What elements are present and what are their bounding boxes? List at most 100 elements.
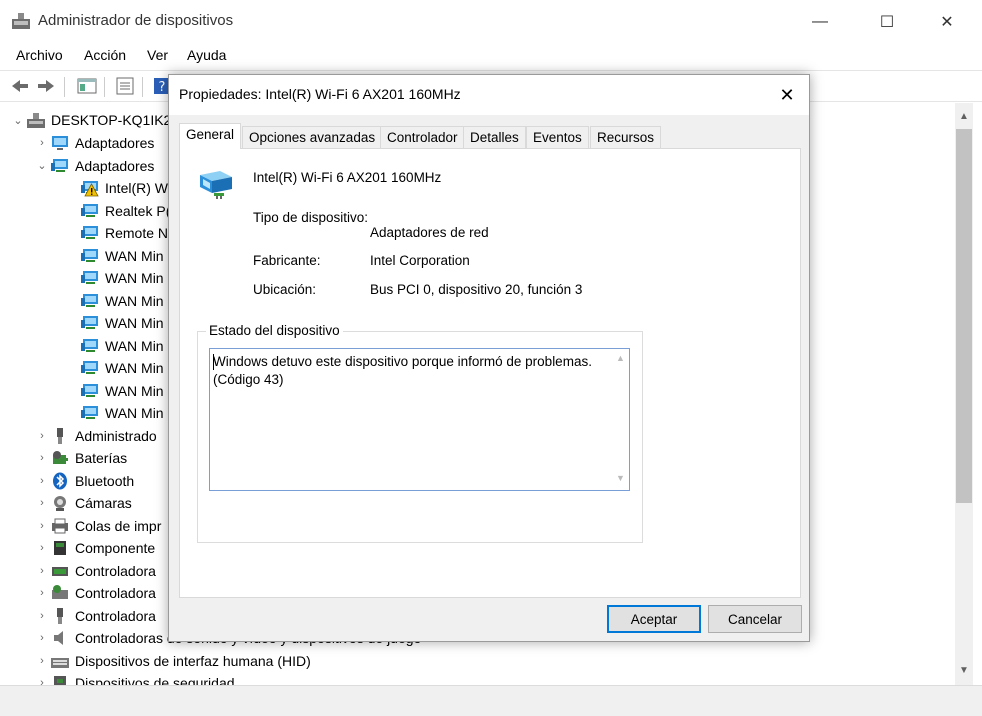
cancel-button[interactable]: Cancelar	[708, 605, 802, 633]
tree-item-label: Componente	[75, 540, 156, 556]
tree-item-label: WAN Min	[105, 405, 164, 421]
menu-accion[interactable]: Acción	[84, 47, 126, 63]
tab-recursos[interactable]: Recursos	[590, 126, 662, 148]
status-scrollbar[interactable]: ▲ ▼	[612, 349, 629, 490]
forward-icon[interactable]	[34, 75, 58, 97]
tree-item[interactable]: WAN Min	[58, 312, 164, 334]
chevron-right-icon[interactable]: ›	[34, 542, 50, 554]
toolbar-separator	[104, 77, 105, 97]
tree-item-label: Remote N	[105, 225, 169, 241]
tree-item[interactable]: › Controladora	[34, 560, 156, 582]
network-adapter-icon	[200, 171, 232, 199]
tree-item-label: WAN Min	[105, 315, 164, 331]
menu-ver[interactable]: Ver	[147, 47, 168, 63]
tab-eventos[interactable]: Eventos	[526, 126, 589, 148]
tree-item[interactable]: WAN Min	[58, 380, 164, 402]
tab-detalles[interactable]: Detalles	[463, 126, 526, 148]
tab-controlador[interactable]: Controlador	[380, 126, 465, 148]
device-status-textbox[interactable]: Windows detuvo este dispositivo porque i…	[209, 348, 630, 491]
usb-controller-icon	[50, 607, 70, 625]
warning-icon	[84, 183, 99, 200]
network-adapter-icon	[50, 157, 70, 175]
tree-item-label: Dispositivos de seguridad	[75, 675, 235, 685]
tree-item-label: WAN Min	[105, 270, 164, 286]
network-adapter-icon	[80, 247, 100, 265]
tree-item[interactable]: › Controladora	[34, 605, 156, 627]
scroll-thumb[interactable]	[956, 129, 972, 503]
tree-item[interactable]: WAN Min	[58, 357, 164, 379]
tree-item-label: Cámaras	[75, 495, 132, 511]
tree-item[interactable]: › Dispositivos de interfaz humana (HID)	[34, 650, 311, 672]
device-manager-icon	[12, 13, 30, 29]
usb-icon	[50, 427, 70, 445]
back-icon[interactable]	[8, 75, 32, 97]
scroll-down-icon[interactable]: ▼	[955, 665, 973, 683]
properties-icon[interactable]	[113, 75, 137, 97]
tree-scrollbar[interactable]: ▲ ▼	[955, 103, 973, 685]
network-adapter-icon	[80, 404, 100, 422]
controller-icon	[50, 562, 70, 580]
scroll-down-icon[interactable]: ▼	[612, 473, 629, 483]
chevron-right-icon[interactable]: ›	[34, 610, 50, 622]
tree-item[interactable]: › Controladora	[34, 582, 156, 604]
chevron-right-icon[interactable]: ›	[34, 655, 50, 667]
menu-ayuda[interactable]: Ayuda	[187, 47, 226, 63]
maximize-button[interactable]: ☐	[864, 0, 910, 44]
device-status-text: Windows detuvo este dispositivo porque i…	[213, 354, 592, 387]
close-window-button[interactable]: ✕	[924, 0, 970, 44]
chevron-right-icon[interactable]: ›	[34, 587, 50, 599]
ok-button[interactable]: Aceptar	[607, 605, 701, 633]
tab-opciones-avanzadas[interactable]: Opciones avanzadas	[242, 126, 383, 148]
chevron-right-icon[interactable]: ›	[34, 475, 50, 487]
tree-item[interactable]: › Administrado	[34, 425, 157, 447]
tree-item[interactable]: › Dispositivos de seguridad	[34, 672, 235, 685]
tree-item[interactable]: WAN Min	[58, 290, 164, 312]
chevron-down-icon[interactable]: ⌄	[10, 114, 26, 127]
tree-item[interactable]: Realtek P(	[58, 200, 170, 222]
tree-item[interactable]: › Colas de impr	[34, 515, 161, 537]
scroll-up-icon[interactable]: ▲	[612, 353, 629, 363]
dialog-titlebar: Propiedades: Intel(R) Wi-Fi 6 AX201 160M…	[169, 75, 809, 115]
location-label: Ubicación:	[253, 282, 317, 297]
menu-archivo[interactable]: Archivo	[16, 47, 63, 63]
scroll-up-icon[interactable]: ▲	[955, 111, 973, 129]
tree-item[interactable]: › Cámaras	[34, 492, 132, 514]
chevron-right-icon[interactable]: ›	[34, 677, 50, 685]
show-hide-tree-icon[interactable]	[75, 75, 99, 97]
tree-item-label: Adaptadores	[75, 135, 155, 151]
tab-general[interactable]: General	[179, 123, 242, 149]
dialog-close-button[interactable]: ✕	[765, 75, 809, 115]
chevron-right-icon[interactable]: ›	[34, 452, 50, 464]
tree-item[interactable]: › Baterías	[34, 447, 127, 469]
chevron-right-icon[interactable]: ›	[34, 632, 50, 644]
tree-item[interactable]: WAN Min	[58, 335, 164, 357]
tree-item-label: WAN Min	[105, 337, 164, 354]
tree-item-label: Dispositivos de interfaz humana (HID)	[75, 652, 311, 669]
chevron-down-icon[interactable]: ⌄	[34, 159, 50, 172]
chevron-right-icon[interactable]: ›	[34, 565, 50, 577]
tree-item[interactable]: ⌄ Adaptadores	[34, 155, 154, 177]
tree-item-label: WAN Min	[105, 360, 164, 376]
tree-item[interactable]: WAN Min	[58, 245, 164, 267]
tree-item[interactable]: › Bluetooth	[34, 470, 134, 492]
chevron-right-icon[interactable]: ›	[34, 497, 50, 509]
chevron-right-icon[interactable]: ›	[34, 430, 50, 442]
tree-root[interactable]: ⌄ DESKTOP-KQ1IK2	[10, 109, 171, 131]
tree-item-label: WAN Min	[105, 382, 164, 399]
tree-item[interactable]: WAN Min	[58, 267, 164, 289]
device-name: Intel(R) Wi-Fi 6 AX201 160MHz	[253, 170, 442, 185]
chevron-right-icon[interactable]: ›	[34, 137, 50, 149]
tree-item[interactable]: › Componente	[34, 537, 155, 559]
chevron-right-icon[interactable]: ›	[34, 520, 50, 532]
tree-item[interactable]: Intel(R) W	[58, 177, 168, 199]
location-value: Bus PCI 0, dispositivo 20, función 3	[370, 282, 583, 297]
tree-item-label: Baterías	[75, 450, 128, 466]
tree-item-label: Bluetooth	[75, 472, 135, 489]
tree-item[interactable]: Remote N	[58, 222, 168, 244]
minimize-button[interactable]: —	[797, 0, 843, 44]
network-adapter-icon	[80, 382, 100, 400]
tree-item-label: Colas de impr	[75, 517, 162, 534]
tree-item[interactable]: WAN Min	[58, 402, 164, 424]
tree-item[interactable]: › Adaptadores	[34, 132, 154, 154]
tree-item-label: Controladora	[75, 562, 156, 579]
